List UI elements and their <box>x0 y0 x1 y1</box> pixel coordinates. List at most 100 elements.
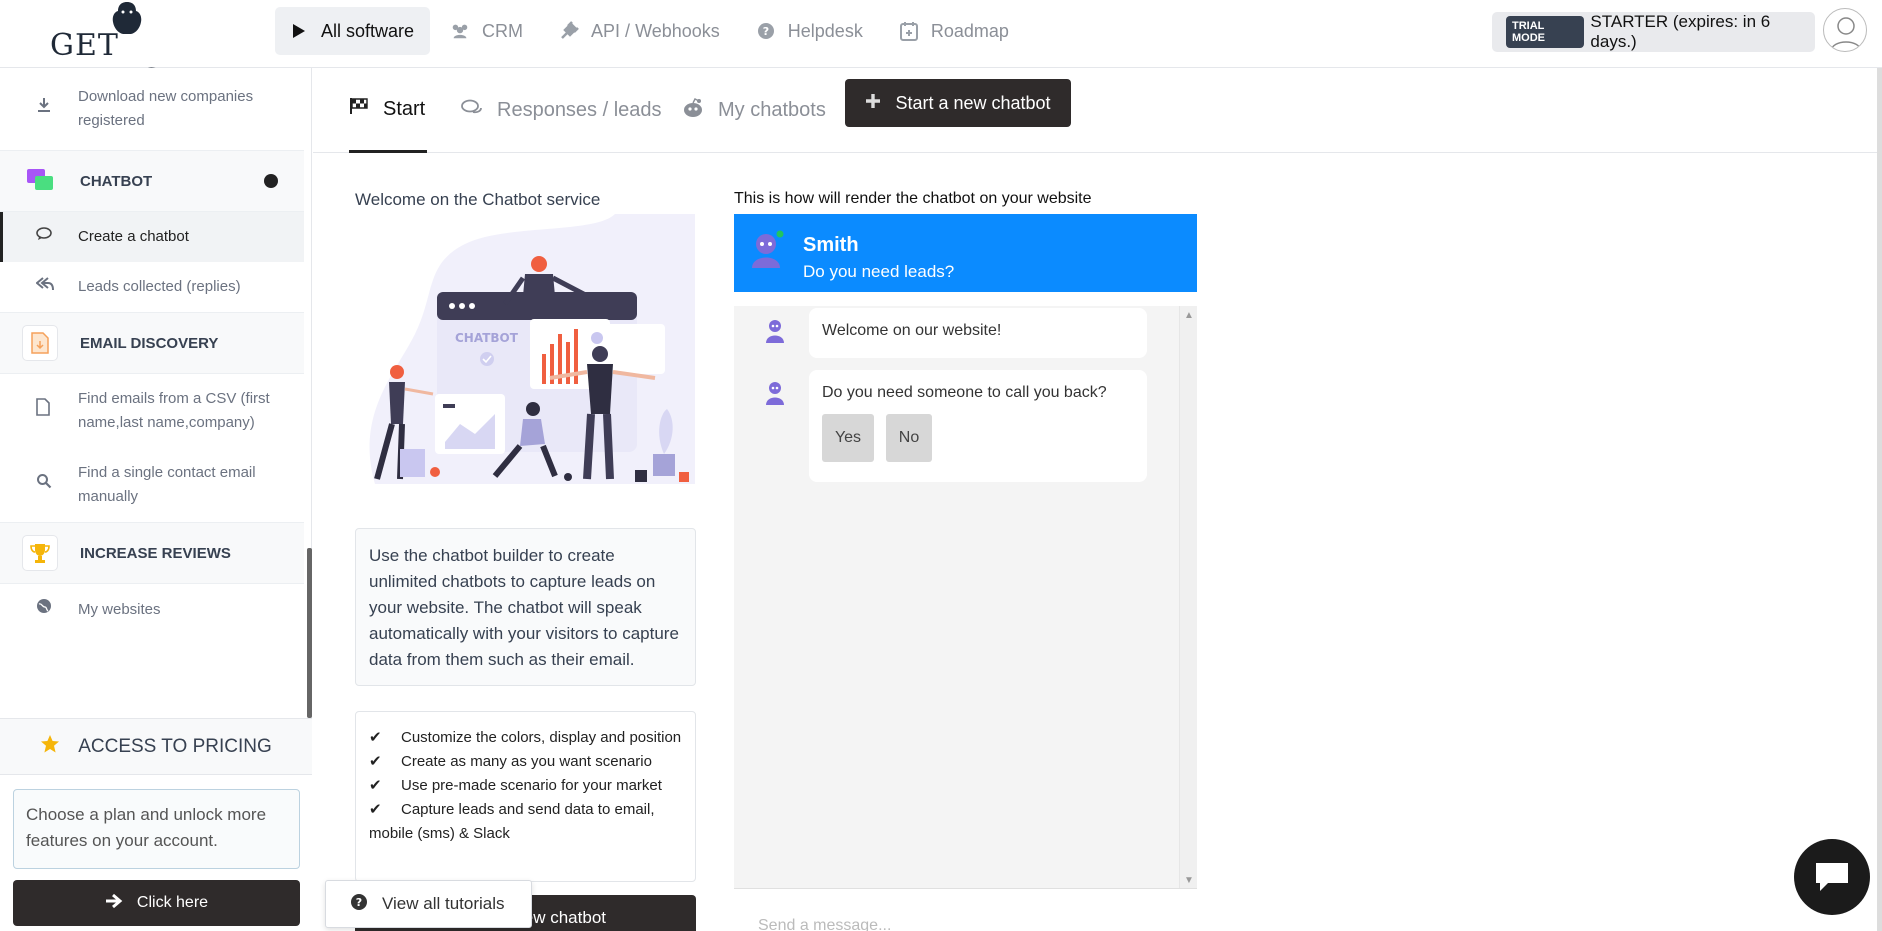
input-placeholder: Send a message... <box>758 917 892 931</box>
nav-label: Helpdesk <box>787 20 863 41</box>
arrow-right-icon <box>105 893 123 914</box>
feature-item: ✔ Use pre-made scenario for your market <box>369 774 682 798</box>
plan-expiry-text: STARTER (expires: in 6 days.) <box>1590 12 1771 51</box>
file-icon <box>36 398 54 424</box>
section-label: EMAIL DISCOVERY <box>80 334 219 352</box>
feature-text: Capture leads and send data to email, mo… <box>369 801 655 842</box>
scroll-up-arrow-icon[interactable]: ▲ <box>1180 310 1198 321</box>
trial-status[interactable]: TRIAL MODE STARTER (expires: in 6 days.) <box>1492 12 1815 52</box>
view-tutorials-button[interactable]: ? View all tutorials <box>325 880 532 928</box>
sidebar-menu: Download new companies registered CHATBO… <box>0 68 304 718</box>
chatbot-tabs: Start Responses / leads My chatbots Star… <box>313 68 1878 153</box>
chatbot-description: Use the chatbot builder to create unlimi… <box>355 528 696 686</box>
sidebar-item-my-websites[interactable]: My websites <box>0 584 304 636</box>
features-list: ✔ Customize the colors, display and posit… <box>355 711 696 882</box>
chat-support-icon <box>1816 863 1848 891</box>
comment-icon <box>36 225 54 249</box>
choice-no-button[interactable]: No <box>886 414 932 462</box>
chat-messages: Welcome on our website! Do you need some… <box>734 306 1197 888</box>
button-label: Start a new chatbot <box>895 92 1051 113</box>
sidebar-item-download-companies[interactable]: Download new companies registered <box>0 68 304 150</box>
chat-bubble: Welcome on our website! <box>809 308 1147 358</box>
search-icon <box>36 473 54 497</box>
bot-avatar-icon <box>752 230 784 268</box>
tab-responses-leads[interactable]: Responses / leads <box>461 68 662 153</box>
support-chat-button[interactable] <box>1794 839 1870 915</box>
bot-message-icon <box>766 382 784 405</box>
sidebar: Download new companies registered CHATBO… <box>0 68 312 931</box>
pricing-click-button[interactable]: Click here <box>13 880 300 926</box>
nav-helpdesk[interactable]: ? Helpdesk <box>742 7 879 55</box>
nav-all-software[interactable]: All software <box>275 7 431 55</box>
bot-name: Smith <box>803 234 859 256</box>
sidebar-item-find-emails-csv[interactable]: Find emails from a CSV (first name,last … <box>0 374 304 448</box>
sidebar-section-email-discovery[interactable]: EMAIL DISCOVERY <box>0 312 304 374</box>
chat-scrollbar[interactable]: ▲ ▼ <box>1179 306 1197 888</box>
chat-header: Smith Do you need leads? <box>734 214 1197 292</box>
reply-all-icon <box>35 275 54 299</box>
nav-roadmap[interactable]: Roadmap <box>885 7 1025 55</box>
user-silhouette-icon <box>1830 17 1862 51</box>
chatbot-illustration: CHATBOT <box>369 214 695 484</box>
feature-item: ✔ Capture leads and send data to email, m… <box>369 798 682 846</box>
check-icon: ✔ <box>369 801 382 818</box>
nav-label: CRM <box>482 20 524 41</box>
tab-my-chatbots[interactable]: My chatbots <box>682 68 826 153</box>
calendar-icon <box>899 21 919 41</box>
logo[interactable]: GET LEADS <box>48 0 228 98</box>
bot-message-icon <box>766 320 784 343</box>
tab-start[interactable]: Start <box>349 68 427 153</box>
feature-text: Create as many as you want scenario <box>401 753 652 770</box>
choice-yes-button[interactable]: Yes <box>822 414 874 462</box>
download-icon <box>36 97 54 121</box>
section-active-dot <box>264 174 278 188</box>
illustration-label: CHATBOT <box>455 331 519 345</box>
page-scrollbar-thumb[interactable] <box>1877 68 1882 931</box>
trophy-icon <box>22 535 58 571</box>
sidebar-item-label: Find a single contact email manually <box>78 464 256 505</box>
chat-bubbles-icon <box>22 163 58 199</box>
tab-label: Responses / leads <box>497 99 662 121</box>
sidebar-item-label: Find emails from a CSV (first name,last … <box>78 390 270 431</box>
users-icon <box>450 21 470 41</box>
preview-title: This is how will render the chatbot on y… <box>734 190 1092 207</box>
nav-label: All software <box>321 20 415 41</box>
scroll-down-arrow-icon[interactable]: ▼ <box>1180 875 1198 886</box>
sidebar-item-leads-collected[interactable]: Leads collected (replies) <box>0 262 304 312</box>
start-new-chatbot-button[interactable]: Start a new chatbot <box>845 79 1071 127</box>
user-avatar[interactable] <box>1823 8 1867 52</box>
plug-icon <box>559 21 579 41</box>
feature-item: ✔ Create as many as you want scenario <box>369 750 682 774</box>
main-nav: All software CRM API / Webhooks ? Helpde… <box>275 7 1025 55</box>
svg-text:?: ? <box>763 25 769 38</box>
nav-label: Roadmap <box>930 20 1009 41</box>
check-icon: ✔ <box>369 753 382 770</box>
tab-label: Start <box>383 97 426 120</box>
question-icon: ? <box>756 21 776 41</box>
sidebar-scrollbar[interactable] <box>307 548 312 718</box>
pricing-header[interactable]: ACCESS TO PRICING <box>0 719 312 775</box>
chat-message-input[interactable]: Send a message... <box>734 888 1197 931</box>
question-circle-icon: ? <box>350 893 368 916</box>
trial-mode-badge: TRIAL MODE <box>1506 16 1585 48</box>
check-icon: ✔ <box>369 729 382 746</box>
nav-crm[interactable]: CRM <box>436 7 539 55</box>
nav-label: API / Webhooks <box>591 20 720 41</box>
sidebar-item-find-single-email[interactable]: Find a single contact email manually <box>0 448 304 522</box>
button-label: View all tutorials <box>382 894 505 913</box>
comments-icon <box>461 99 483 123</box>
page-scrollbar[interactable] <box>1877 68 1882 931</box>
sidebar-item-label: My websites <box>78 601 161 618</box>
globe-icon <box>36 598 54 622</box>
button-label: Click here <box>136 894 209 911</box>
sidebar-section-chatbot[interactable]: CHATBOT <box>0 150 304 212</box>
file-download-icon <box>22 325 58 361</box>
nav-api-webhooks[interactable]: API / Webhooks <box>545 7 736 55</box>
flag-icon <box>349 97 369 121</box>
sidebar-section-increase-reviews[interactable]: INCREASE REVIEWS <box>0 522 304 584</box>
reddit-icon <box>682 97 704 124</box>
section-label: CHATBOT <box>80 172 153 190</box>
feature-item: ✔ Customize the colors, display and posit… <box>369 726 682 750</box>
sidebar-item-create-chatbot[interactable]: Create a chatbot <box>0 212 304 262</box>
svg-text:?: ? <box>356 896 362 909</box>
